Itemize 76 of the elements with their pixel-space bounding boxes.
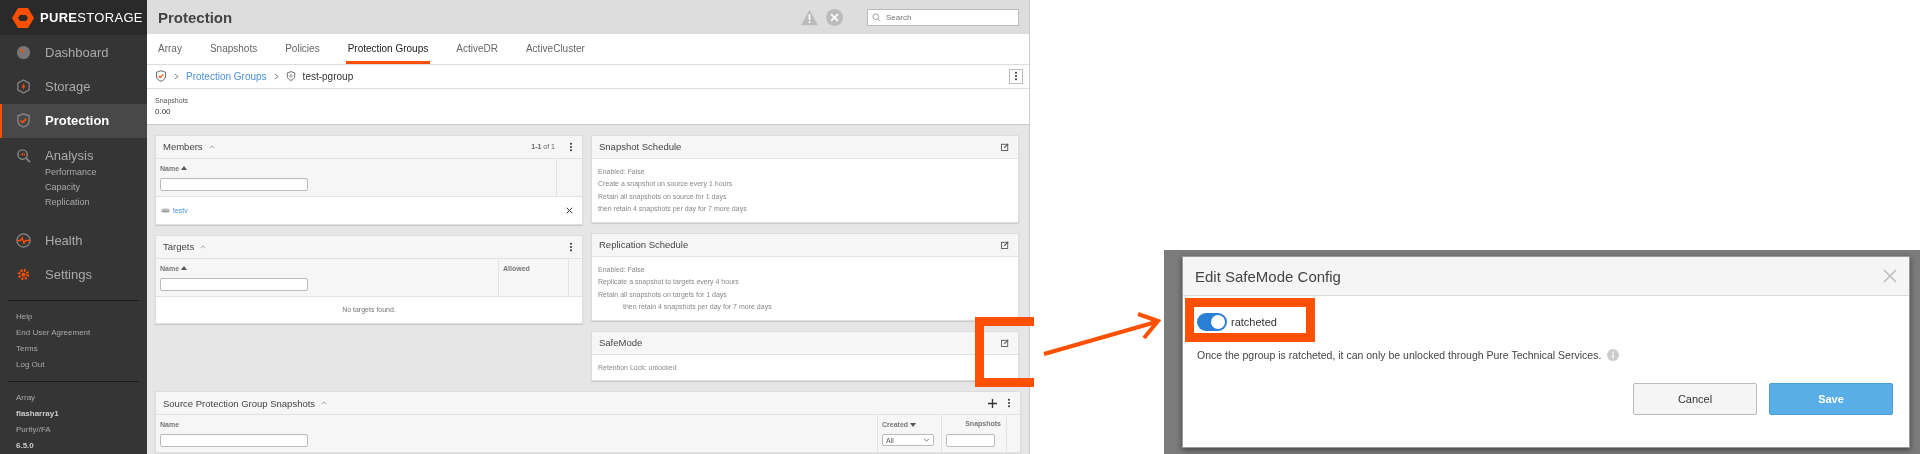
array-info-text: flasharray1	[16, 408, 60, 420]
panel-title: Source Protection Group Snapshots	[163, 397, 316, 409]
nav-subitem[interactable]: Replication	[45, 194, 147, 210]
filter-field[interactable]	[160, 434, 308, 447]
nav-item[interactable]: Protection	[0, 103, 147, 138]
panel-title: Replication Schedule	[599, 239, 689, 250]
panel-title: SafeMode	[599, 337, 643, 348]
sort-down-icon	[910, 422, 917, 427]
shield-icon	[16, 113, 31, 129]
filter-field[interactable]	[160, 177, 308, 191]
breadcrumb-current: test-pgroup	[302, 70, 354, 82]
note-text: Once the pgroup is ratcheted, it can only be unlocked through Pure Technical Services.	[1197, 349, 1602, 361]
stat-value: 0.00	[155, 106, 172, 116]
tab[interactable]: ActiveCluster	[523, 34, 587, 64]
tab[interactable]: Policies	[283, 34, 322, 64]
array-info-text: Purity//FA	[16, 424, 52, 436]
highlight-box	[975, 317, 1034, 387]
chevron-right-icon	[273, 72, 279, 80]
tab[interactable]: Snapshots	[207, 34, 260, 64]
gear-icon	[16, 267, 31, 283]
tab[interactable]: ActiveDR	[454, 34, 500, 64]
page-title: Protection	[158, 8, 233, 26]
magnifier-icon	[16, 147, 31, 163]
nav-subitem[interactable]: Performance	[45, 164, 147, 180]
more-icon	[1014, 71, 1018, 82]
chevron-up-icon[interactable]	[321, 401, 328, 405]
edit-icon[interactable]	[1001, 142, 1009, 151]
tab[interactable]: Array	[156, 34, 184, 64]
toggle-label: ratcheted	[1231, 316, 1277, 328]
filter-field[interactable]	[946, 434, 995, 447]
sidebar-link[interactable]: End User Agreement	[16, 325, 147, 342]
more-icon[interactable]	[1007, 398, 1011, 408]
filter-field[interactable]	[160, 277, 308, 291]
sort-up-icon	[181, 266, 188, 270]
chevron-up-icon[interactable]	[200, 244, 207, 249]
shield-icon	[285, 71, 296, 82]
dialog-title: Edit SafeMode Config	[1195, 267, 1341, 285]
search-icon	[872, 12, 881, 22]
chevron-up-icon[interactable]	[208, 144, 215, 149]
nav-subitem[interactable]: Capacity	[45, 179, 147, 195]
sort-up-icon	[181, 166, 188, 170]
more-icon[interactable]	[569, 141, 573, 152]
nav-item[interactable]: Analysis	[0, 137, 147, 163]
nav-item[interactable]: Health	[0, 223, 147, 258]
brand-name: PURESTORAGE	[40, 10, 143, 26]
sidebar-link[interactable]: Help	[16, 309, 147, 326]
nav-item[interactable]: Settings	[0, 257, 147, 293]
shield-check-icon	[155, 70, 167, 83]
nav-item[interactable]: Dashboard	[0, 35, 147, 70]
array-info-text: Array	[16, 392, 37, 404]
edit-icon[interactable]	[1001, 240, 1009, 249]
logo-icon	[11, 6, 35, 29]
panel-title: Targets	[163, 241, 195, 252]
gauge-icon	[16, 44, 31, 60]
caret-icon	[923, 438, 930, 442]
pulse-icon	[16, 233, 31, 249]
toggle-switch[interactable]	[1197, 313, 1227, 331]
more-button[interactable]	[1009, 68, 1023, 84]
sidebar-link[interactable]: Log Out	[16, 357, 147, 374]
edit-icon[interactable]	[1001, 338, 1009, 347]
warning-icon[interactable]	[801, 8, 818, 26]
bolt-icon	[16, 79, 31, 95]
panel-title: Snapshot Schedule	[599, 141, 682, 152]
nav-item[interactable]: Storage	[0, 69, 147, 104]
info-icon[interactable]	[1607, 349, 1620, 361]
sidebar-link[interactable]: Terms	[16, 341, 147, 358]
chevron-right-icon	[174, 72, 179, 80]
more-icon[interactable]	[569, 241, 573, 252]
search-field[interactable]: Search	[867, 8, 1019, 26]
dialog-button[interactable]: Cancel	[1633, 383, 1757, 415]
disk-icon	[161, 207, 170, 213]
array-info-text: 6.5.0	[16, 440, 35, 452]
panel-title: Members	[163, 141, 203, 152]
close-icon[interactable]	[566, 206, 573, 214]
breadcrumb-link[interactable]: Protection Groups	[186, 70, 267, 82]
add-icon[interactable]	[988, 398, 997, 408]
